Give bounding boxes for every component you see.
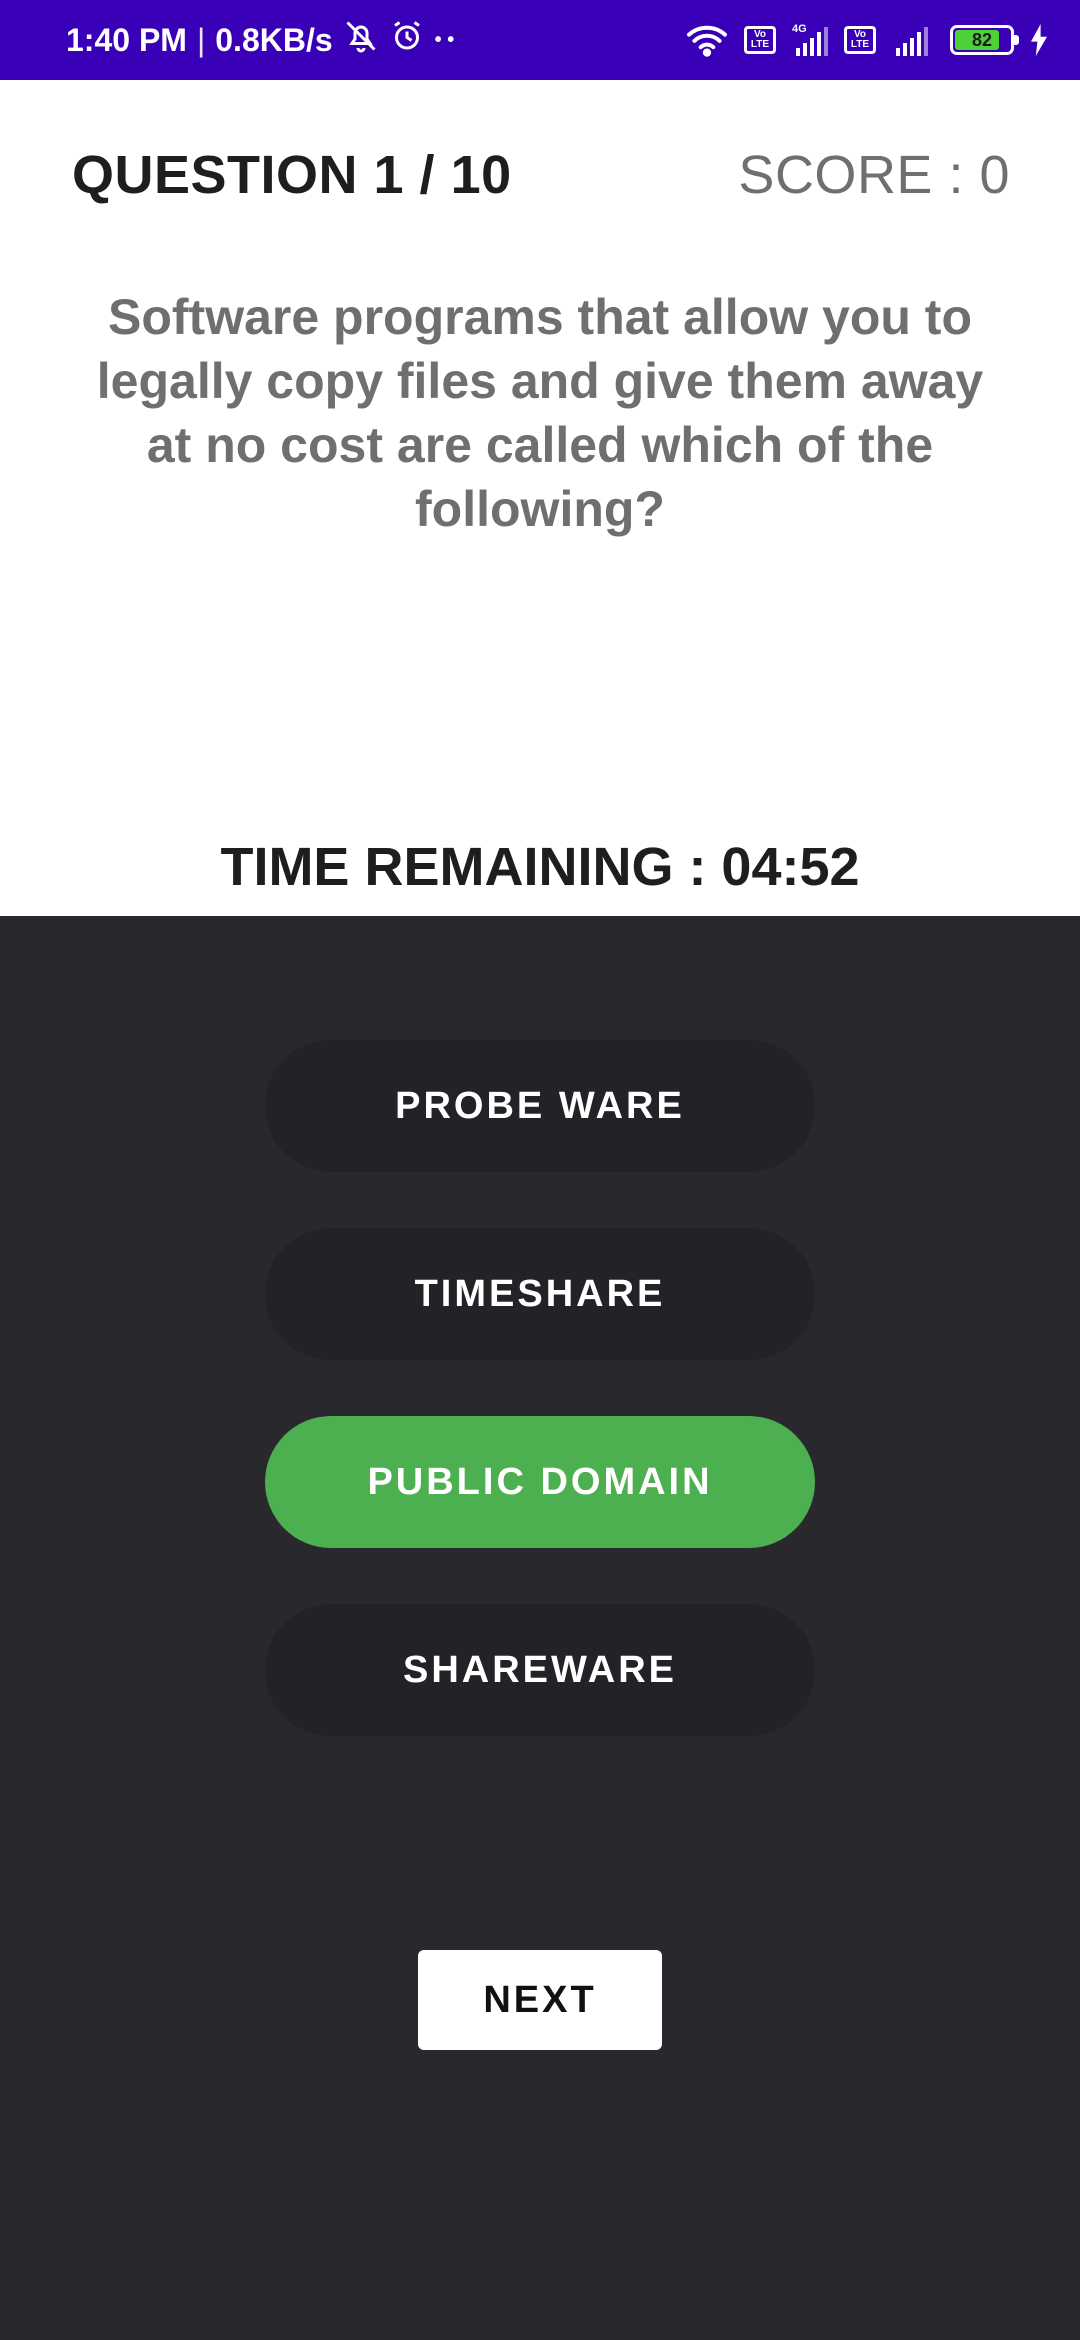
alarm-clock-icon <box>389 18 425 62</box>
next-button[interactable]: NEXT <box>418 1950 662 2050</box>
network-speed: 0.8KB/s <box>215 21 333 58</box>
bell-off-icon <box>343 18 379 62</box>
volte-badge-2: Vo LTE <box>844 26 876 54</box>
status-left-group: 1:40 PM | 0.8KB/s • • <box>66 0 454 80</box>
option-public-domain[interactable]: PUBLIC DOMAIN <box>265 1416 815 1548</box>
question-counter: QUESTION 1 / 10 <box>72 145 512 205</box>
battery-cap <box>1014 35 1019 45</box>
battery-level: 82 <box>971 30 993 50</box>
time-remaining: TIME REMAINING : 04:52 <box>220 837 860 897</box>
wifi-icon <box>684 22 730 58</box>
cellular-signal-icon-1: 4G <box>790 22 830 58</box>
option-probe-ware[interactable]: PROBE WARE <box>265 1040 815 1172</box>
status-bar: 1:40 PM | 0.8KB/s • • Vo LTE 4G Vo LTE 8… <box>0 0 1080 80</box>
option-timeshare[interactable]: TIMESHARE <box>265 1228 815 1360</box>
question-text: Software programs that allow you to lega… <box>96 289 984 537</box>
volte-badge-1: Vo LTE <box>744 26 776 54</box>
score-label: SCORE : 0 <box>738 145 1010 205</box>
cellular-signal-icon-2 <box>890 22 930 58</box>
status-time: 1:40 PM <box>66 21 187 58</box>
answer-panel: PROBE WARE TIMESHARE PUBLIC DOMAIN SHARE… <box>0 916 1080 2340</box>
lightning-icon <box>1028 24 1050 56</box>
status-separator: | <box>196 21 206 58</box>
notification-dots: • • <box>434 28 455 51</box>
battery-icon: 82 <box>950 25 1019 55</box>
status-right-group: Vo LTE 4G Vo LTE 82 <box>684 0 1050 80</box>
option-shareware[interactable]: SHAREWARE <box>265 1604 815 1736</box>
svg-text:4G: 4G <box>792 23 807 35</box>
